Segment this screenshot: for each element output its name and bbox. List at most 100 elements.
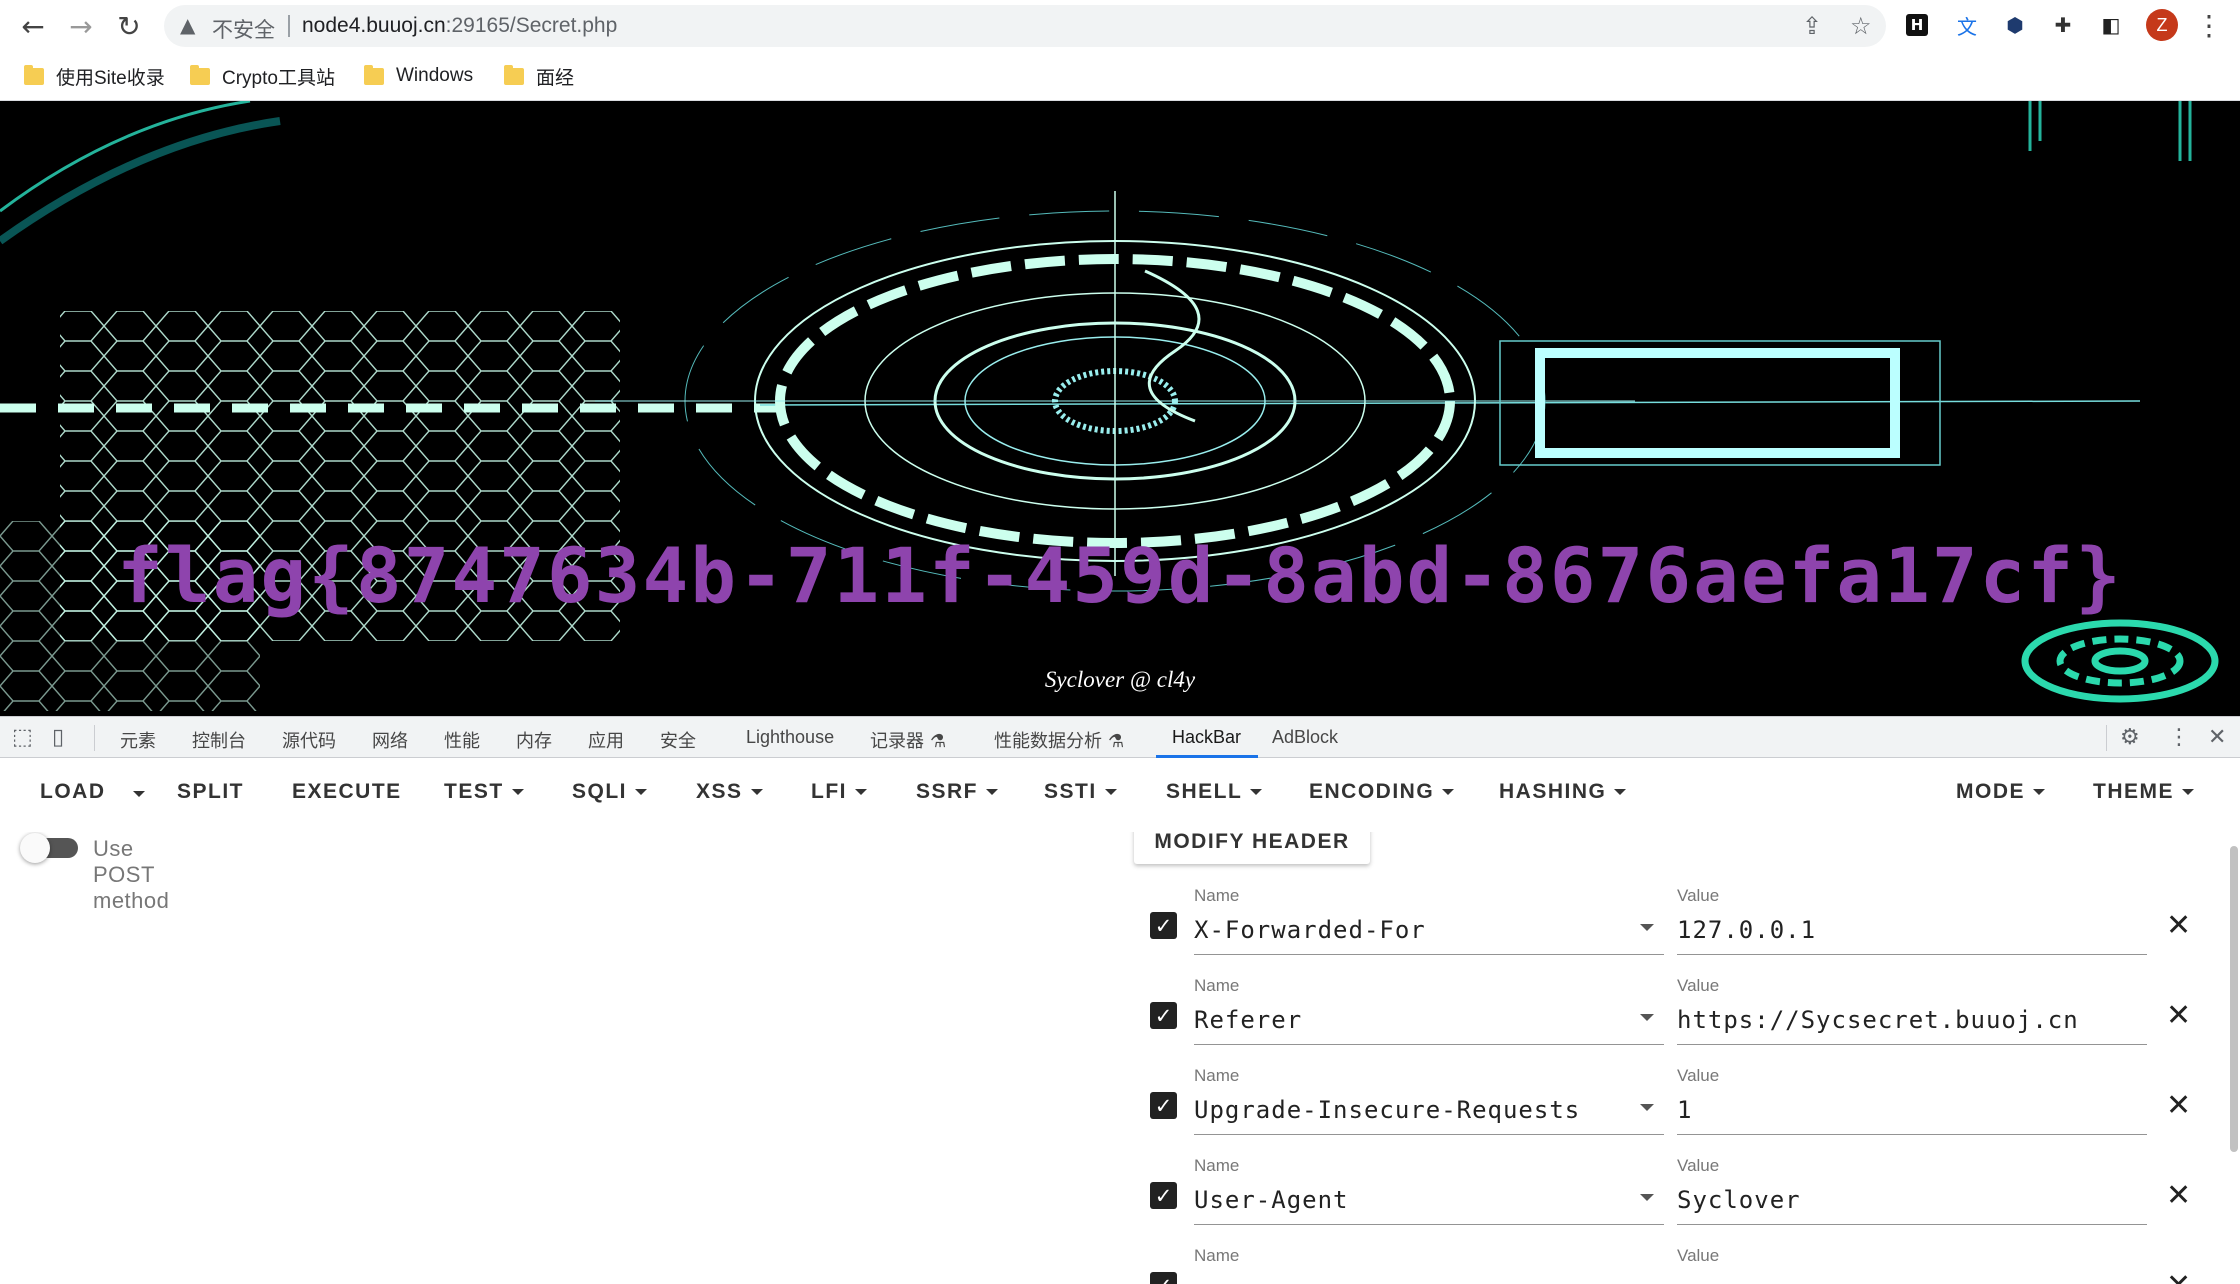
url-path: :29165/Secret.php — [445, 14, 618, 37]
sqli-menu-button[interactable]: SQLI — [572, 780, 648, 804]
xss-label: XSS — [696, 780, 743, 803]
split-button[interactable]: SPLIT — [177, 780, 244, 804]
test-menu-button[interactable]: TEST — [444, 780, 524, 804]
mode-label: MODE — [1956, 780, 2025, 803]
theme-menu-button[interactable]: THEME — [2093, 780, 2194, 804]
header-row: ✓ Name X-Forwarded-For Value 127.0.0.1 ✕ — [0, 832, 2240, 955]
tab-memory[interactable]: 内存 — [516, 727, 552, 753]
header-name-label: Name — [1194, 976, 1240, 995]
address-bar[interactable]: ▲ 不安全 node4.buuoj.cn:29165/Secret.php ⇪ … — [164, 5, 1886, 47]
device-toolbar-icon[interactable]: ▯ — [52, 725, 64, 750]
inspect-element-icon[interactable]: ⬚ — [12, 725, 33, 750]
profile-avatar[interactable]: Z — [2146, 9, 2178, 41]
experiment-flask-icon: ⚗ — [1108, 731, 1125, 752]
close-devtools-icon[interactable]: ✕ — [2208, 725, 2226, 750]
header-row: ✓ Name Upgrade-Insecure-Requests Value 1… — [0, 1012, 2240, 1135]
tab-divider — [2106, 725, 2107, 751]
mode-menu-button[interactable]: MODE — [1956, 780, 2045, 804]
ssti-label: SSTI — [1044, 780, 1097, 803]
back-arrow-icon[interactable]: ← — [16, 9, 50, 43]
header-value-label: Value — [1677, 886, 1720, 905]
hashing-menu-button[interactable]: HASHING — [1499, 780, 1627, 804]
xss-menu-button[interactable]: XSS — [696, 780, 763, 804]
chevron-down-icon — [1250, 789, 1263, 796]
ssti-menu-button[interactable]: SSTI — [1044, 780, 1117, 804]
shell-label: SHELL — [1166, 780, 1243, 803]
shell-menu-button[interactable]: SHELL — [1166, 780, 1263, 804]
folder-icon — [504, 64, 524, 85]
chevron-down-icon — [2033, 789, 2045, 796]
chevron-down-icon — [1442, 789, 1455, 796]
execute-button[interactable]: EXECUTE — [292, 780, 402, 804]
tab-console[interactable]: 控制台 — [192, 727, 246, 753]
tab-performance-insights[interactable]: 性能数据分析 ⚗ — [994, 727, 1124, 753]
shield-extension-icon[interactable]: ⬢ — [2002, 12, 2028, 38]
lfi-label: LFI — [811, 780, 847, 803]
bookmark-folder[interactable]: 面经 — [504, 62, 574, 90]
browser-menu-icon[interactable]: ⋮ — [2192, 8, 2226, 42]
bookmark-folder[interactable]: Crypto工具站 — [190, 62, 335, 90]
load-button[interactable]: LOAD — [40, 780, 106, 804]
tab-recorder-label: 记录器 — [870, 731, 924, 751]
chevron-down-icon — [855, 789, 867, 796]
url-text[interactable]: node4.buuoj.cn:29165/Secret.php — [302, 14, 617, 38]
header-name-label: Name — [1194, 1246, 1240, 1265]
tab-hackbar[interactable]: HackBar — [1172, 727, 1241, 748]
bookmark-folder[interactable]: 使用Site收录 — [24, 62, 165, 90]
tab-elements[interactable]: 元素 — [120, 727, 156, 753]
hashing-label: HASHING — [1499, 780, 1607, 803]
header-name-label: Name — [1194, 1156, 1240, 1175]
security-label[interactable]: 不安全 — [212, 14, 275, 44]
encoding-menu-button[interactable]: ENCODING — [1309, 780, 1455, 804]
url-host: node4.buuoj.cn — [302, 14, 446, 37]
ssrf-menu-button[interactable]: SSRF — [916, 780, 999, 804]
bookmark-label: 面经 — [536, 67, 575, 89]
header-row: ✓ Name Value ✕ — [0, 1192, 2240, 1284]
tab-lighthouse[interactable]: Lighthouse — [746, 727, 834, 748]
bookmark-label: Crypto工具站 — [222, 67, 335, 89]
remove-header-icon[interactable]: ✕ — [2166, 1268, 2191, 1284]
translate-extension-icon[interactable]: 文 — [1954, 12, 1980, 39]
test-label: TEST — [444, 780, 504, 803]
chevron-down-icon — [2182, 789, 2194, 796]
more-options-icon[interactable]: ⋮ — [2168, 725, 2190, 750]
header-value-label: Value — [1677, 1246, 1720, 1265]
tab-application[interactable]: 应用 — [588, 727, 624, 753]
tab-security[interactable]: 安全 — [660, 727, 696, 753]
header-value-label: Value — [1677, 1066, 1720, 1085]
header-value-label: Value — [1677, 976, 1720, 995]
extensions-puzzle-icon[interactable]: ✚ — [2050, 12, 2076, 38]
tab-recorder[interactable]: 记录器 ⚗ — [870, 727, 946, 753]
lfi-menu-button[interactable]: LFI — [811, 780, 867, 804]
chevron-down-icon — [750, 789, 763, 796]
panel-scrollbar[interactable] — [2230, 846, 2238, 1152]
hud-background-graphic — [0, 101, 2219, 711]
header-name-label: Name — [1194, 1066, 1240, 1085]
omnibox-divider — [288, 15, 290, 37]
side-panel-icon[interactable]: ◧ — [2098, 12, 2124, 38]
tab-adblock[interactable]: AdBlock — [1272, 727, 1338, 748]
load-dropdown-icon[interactable] — [133, 791, 145, 797]
chevron-down-icon — [1104, 789, 1117, 796]
forward-arrow-icon[interactable]: → — [64, 9, 98, 43]
bookmark-label: 使用Site收录 — [56, 67, 165, 89]
header-enabled-checkbox[interactable]: ✓ — [1150, 1272, 1177, 1284]
hackbar-panel: Use POST method MODIFY HEADER ✓ Name X-F… — [0, 832, 2240, 1284]
tab-network[interactable]: 网络 — [372, 727, 408, 753]
folder-icon — [190, 64, 210, 85]
theme-label: THEME — [2093, 780, 2174, 803]
bookmark-star-icon[interactable]: ☆ — [1850, 12, 1872, 40]
ssrf-label: SSRF — [916, 780, 979, 803]
tab-performance[interactable]: 性能 — [444, 727, 480, 753]
share-icon[interactable]: ⇪ — [1802, 12, 1822, 40]
tab-divider — [94, 725, 95, 751]
chevron-down-icon — [1614, 789, 1627, 796]
tab-sources[interactable]: 源代码 — [282, 727, 336, 753]
reload-icon[interactable]: ↻ — [112, 9, 146, 43]
folder-icon — [364, 64, 384, 85]
flag-text: flag{8747634b-711f-459d-8abd-8676aefa17c… — [117, 531, 2123, 620]
hackbar-extension-icon[interactable]: H — [1906, 14, 1928, 36]
bookmark-folder[interactable]: Windows — [364, 62, 473, 90]
settings-gear-icon[interactable]: ⚙ — [2120, 725, 2140, 750]
header-row: ✓ Name Referer Value https://Sycsecret.b… — [0, 922, 2240, 1045]
